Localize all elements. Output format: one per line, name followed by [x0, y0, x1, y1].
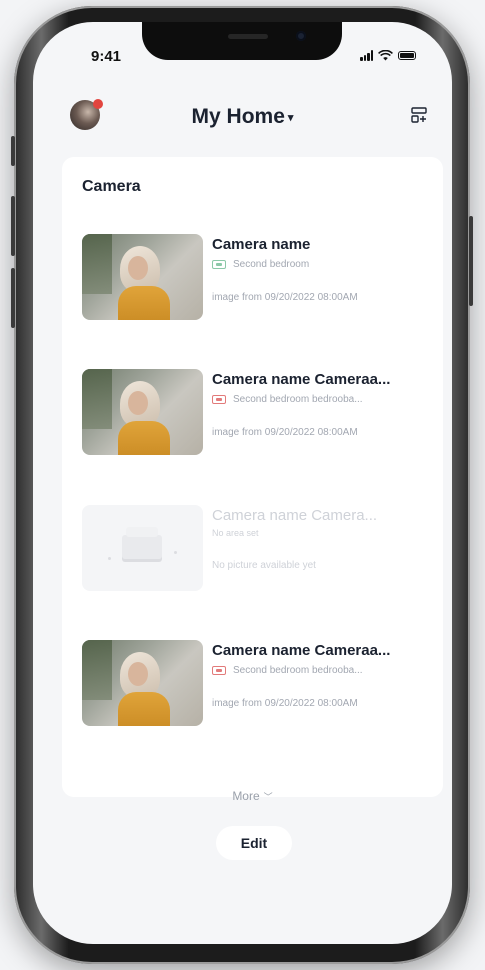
camera-location-label: Second bedroom bedrooba... [233, 394, 363, 405]
power-button [469, 216, 473, 306]
camera-name: Camera name Cameraa... [212, 642, 391, 659]
camera-status-icon [212, 395, 226, 404]
camera-thumbnail [82, 234, 203, 320]
camera-name: Camera name Cameraa... [212, 371, 391, 388]
camera-image-time: No picture available yet [212, 560, 316, 571]
signal-icon [360, 50, 373, 61]
camera-status-icon [212, 666, 226, 675]
phone-screen: 9:41 My Home ▾ Camera Camera name Second… [33, 22, 452, 944]
camera-location-label: Second bedroom [233, 259, 310, 270]
camera-location: Second bedroom bedrooba... [212, 394, 427, 405]
volume-down-button [11, 268, 15, 328]
camera-location-label: Second bedroom bedrooba... [233, 665, 363, 676]
speaker [228, 34, 268, 39]
camera-card: Camera Camera name Second bedroom image … [62, 157, 443, 803]
front-camera [296, 31, 306, 41]
camera-item[interactable]: Camera name Camera... No area set No pic… [82, 505, 427, 593]
wifi-icon [378, 50, 393, 61]
camera-location: Second bedroom [212, 259, 427, 270]
camera-image-time: image from 09/20/2022 08:00AM [212, 427, 358, 438]
battery-icon [398, 51, 416, 60]
camera-placeholder-thumbnail [82, 505, 203, 591]
home-selector[interactable]: My Home ▾ [33, 105, 452, 129]
camera-location-label: No area set [212, 528, 259, 538]
edit-button[interactable]: Edit [216, 826, 292, 860]
mute-switch [11, 136, 15, 166]
volume-up-button [11, 196, 15, 256]
chevron-down-icon: ﹀ [263, 792, 273, 802]
page-title: My Home [191, 105, 285, 128]
section-title: Camera [82, 178, 141, 195]
camera-location: Second bedroom bedrooba... [212, 665, 427, 676]
camera-thumbnail [82, 640, 203, 726]
camera-name: Camera name Camera... [212, 507, 378, 524]
camera-location: No area set [212, 528, 427, 538]
camera-status-icon [212, 260, 226, 269]
more-button[interactable]: More ﹀ [62, 789, 443, 803]
status-time: 9:41 [91, 48, 122, 65]
camera-item[interactable]: Camera name Cameraa... Second bedroom be… [82, 369, 427, 457]
add-device-icon[interactable] [410, 106, 428, 124]
notch [142, 22, 342, 60]
caret-down-icon: ▾ [287, 111, 294, 124]
camera-image-time: image from 09/20/2022 08:00AM [212, 292, 358, 303]
camera-item[interactable]: Camera name Second bedroom image from 09… [82, 234, 427, 322]
camera-item[interactable]: Camera name Cameraa... Second bedroom be… [82, 640, 427, 728]
more-label: More [232, 789, 260, 803]
camera-image-time: image from 09/20/2022 08:00AM [212, 698, 358, 709]
camera-thumbnail [82, 369, 203, 455]
status-icons [360, 50, 416, 61]
camera-name: Camera name [212, 236, 311, 253]
